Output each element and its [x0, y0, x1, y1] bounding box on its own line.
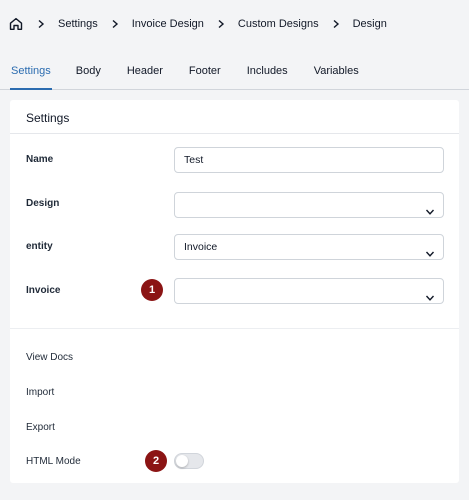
- section-divider: [10, 328, 459, 329]
- tab-header[interactable]: Header: [127, 48, 163, 89]
- settings-card: Settings Name Test Design entity Invoice…: [10, 100, 459, 483]
- annotation-badge-2: 2: [145, 450, 167, 472]
- breadcrumb: Settings Invoice Design Custom Designs D…: [0, 0, 469, 48]
- html-mode-toggle[interactable]: [174, 453, 204, 469]
- chevron-right-icon: [216, 19, 226, 29]
- chevron-down-icon: [425, 243, 435, 257]
- entity-label: entity: [26, 241, 53, 252]
- home-icon[interactable]: [8, 16, 24, 32]
- export-link[interactable]: Export: [26, 422, 55, 433]
- tab-variables[interactable]: Variables: [314, 48, 359, 89]
- toggle-knob: [176, 455, 188, 467]
- name-input[interactable]: Test: [174, 147, 444, 173]
- name-label: Name: [26, 154, 54, 165]
- breadcrumb-item-settings[interactable]: Settings: [58, 18, 98, 30]
- design-select[interactable]: [174, 192, 444, 218]
- chevron-right-icon: [36, 19, 46, 29]
- chevron-right-icon: [110, 19, 120, 29]
- breadcrumb-item-custom-designs[interactable]: Custom Designs: [238, 18, 319, 30]
- tab-body[interactable]: Body: [76, 48, 101, 89]
- card-title: Settings: [10, 100, 459, 134]
- tab-settings[interactable]: Settings: [10, 48, 52, 90]
- tab-includes[interactable]: Includes: [247, 48, 288, 89]
- invoice-label: Invoice: [26, 285, 61, 296]
- html-mode-label: HTML Mode: [26, 456, 81, 467]
- breadcrumb-item-invoice-design[interactable]: Invoice Design: [132, 18, 204, 30]
- design-label: Design: [26, 198, 60, 209]
- annotation-badge-1: 1: [141, 279, 163, 301]
- chevron-down-icon: [425, 201, 435, 215]
- tab-footer[interactable]: Footer: [189, 48, 221, 89]
- entity-select-value: Invoice: [184, 241, 218, 253]
- chevron-right-icon: [331, 19, 341, 29]
- import-link[interactable]: Import: [26, 387, 54, 398]
- view-docs-link[interactable]: View Docs: [26, 352, 73, 363]
- chevron-down-icon: [425, 287, 435, 301]
- tab-bar: Settings Body Header Footer Includes Var…: [0, 48, 469, 90]
- breadcrumb-item-design: Design: [352, 18, 387, 30]
- invoice-select[interactable]: [174, 278, 444, 304]
- entity-select[interactable]: Invoice: [174, 234, 444, 260]
